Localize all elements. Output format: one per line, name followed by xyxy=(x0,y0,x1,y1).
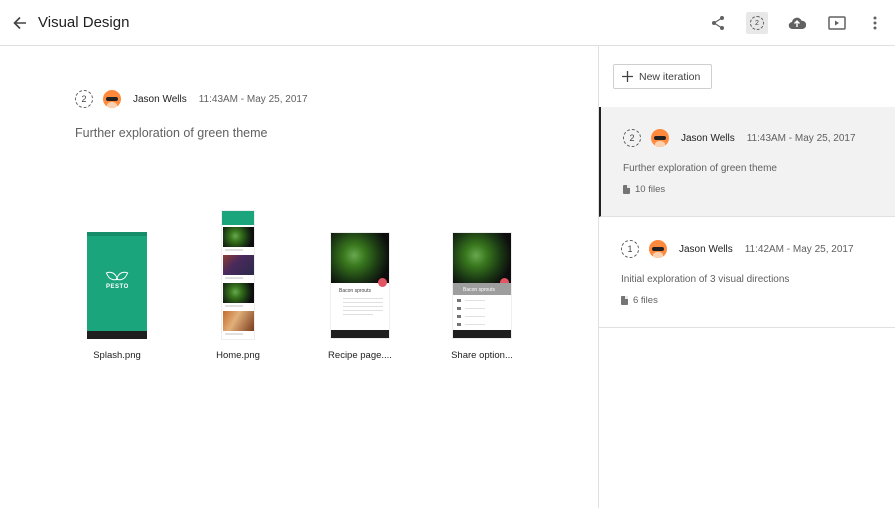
food-image xyxy=(223,227,254,247)
text-line xyxy=(465,316,485,317)
timestamp: 11:43AM - May 25, 2017 xyxy=(198,93,308,105)
file-count-label: 6 files xyxy=(633,295,658,306)
text-line xyxy=(225,249,243,251)
plus-icon xyxy=(622,71,633,82)
file-name: Recipe page.... xyxy=(328,350,392,361)
iteration-description: Initial exploration of 3 visual directio… xyxy=(621,274,790,285)
share-option-icon xyxy=(457,299,461,302)
text-line xyxy=(225,333,243,335)
file-count: 10 files xyxy=(623,184,665,195)
share-option-icon xyxy=(457,307,461,310)
nav-bar xyxy=(453,330,511,338)
author-name: Jason Wells xyxy=(679,243,733,255)
avatar xyxy=(651,129,669,147)
text-line xyxy=(225,305,243,307)
iteration-description: Further exploration of green theme xyxy=(75,126,268,140)
text-line xyxy=(465,308,485,309)
file-count-label: 10 files xyxy=(635,184,666,195)
file-thumbnail-share[interactable]: Bacon sprouts xyxy=(452,232,512,339)
more-vert-icon[interactable] xyxy=(864,12,886,34)
nav-bar xyxy=(87,331,147,339)
file-count: 6 files xyxy=(621,295,658,306)
file-icon xyxy=(623,185,630,194)
recipe-title: Bacon sprouts xyxy=(339,288,371,294)
avatar xyxy=(103,90,121,108)
food-image xyxy=(453,233,511,283)
new-iteration-label: New iteration xyxy=(639,70,701,83)
iteration-card-meta: 2 Jason Wells 11:43AM - May 25, 2017 xyxy=(623,129,856,147)
author-name: Jason Wells xyxy=(681,132,735,144)
app-header xyxy=(222,211,254,225)
pesto-logo-leaf-icon xyxy=(115,268,129,284)
pesto-wordmark: PESTO xyxy=(106,284,129,290)
file-thumbnail-home[interactable] xyxy=(221,210,255,340)
share-option-icon xyxy=(457,323,461,326)
iteration-badge: 2 xyxy=(750,16,764,30)
text-line xyxy=(343,302,383,303)
file-name: Home.png xyxy=(216,350,260,361)
food-image xyxy=(223,311,254,331)
share-icon[interactable] xyxy=(707,12,729,34)
food-image xyxy=(331,233,389,283)
file-name: Splash.png xyxy=(93,350,141,361)
author-name: Jason Wells xyxy=(133,93,187,105)
iteration-detail: 2 Jason Wells 11:43AM - May 25, 2017 Fur… xyxy=(0,46,598,508)
file-name: Share option... xyxy=(451,350,513,361)
file-icon xyxy=(621,296,628,305)
status-bar xyxy=(87,232,147,236)
file-thumbnail-recipe[interactable]: Bacon sprouts xyxy=(330,232,390,339)
avatar xyxy=(649,240,667,258)
food-image xyxy=(223,283,254,303)
text-line xyxy=(465,300,485,301)
text-line xyxy=(465,324,485,325)
top-app-bar: Visual Design 2 xyxy=(0,0,895,46)
present-icon[interactable] xyxy=(826,12,848,34)
food-image xyxy=(223,255,254,275)
text-line xyxy=(343,310,383,311)
iteration-history-icon[interactable]: 2 xyxy=(746,12,768,34)
fab-icon xyxy=(378,278,387,287)
iteration-number-icon: 2 xyxy=(75,90,93,108)
new-iteration-button[interactable]: New iteration xyxy=(613,64,712,89)
text-line xyxy=(343,298,383,299)
timestamp: 11:42AM - May 25, 2017 xyxy=(744,243,854,255)
text-line xyxy=(343,306,383,307)
text-line xyxy=(225,277,243,279)
iteration-description: Further exploration of green theme xyxy=(623,163,777,174)
timestamp: 11:43AM - May 25, 2017 xyxy=(746,132,856,144)
iterations-panel: New iteration 2 Jason Wells 11:43AM - Ma… xyxy=(598,46,895,508)
iteration-number-icon: 1 xyxy=(621,240,639,258)
nav-bar xyxy=(331,330,389,338)
iteration-number-icon: 2 xyxy=(623,129,641,147)
text-line xyxy=(343,314,373,315)
share-option-icon xyxy=(457,315,461,318)
iteration-card[interactable]: 2 Jason Wells 11:43AM - May 25, 2017 Fur… xyxy=(599,107,895,217)
page-title: Visual Design xyxy=(38,14,130,31)
upload-icon[interactable] xyxy=(786,12,808,34)
iteration-card[interactable]: 1 Jason Wells 11:42AM - May 25, 2017 Ini… xyxy=(599,218,895,328)
back-arrow-icon[interactable] xyxy=(10,13,30,33)
file-thumbnail-splash[interactable]: PESTO xyxy=(87,232,147,339)
share-title: Bacon sprouts xyxy=(463,287,495,293)
iteration-card-meta: 1 Jason Wells 11:42AM - May 25, 2017 xyxy=(621,240,854,258)
iteration-meta: 2 Jason Wells 11:43AM - May 25, 2017 xyxy=(75,90,308,108)
